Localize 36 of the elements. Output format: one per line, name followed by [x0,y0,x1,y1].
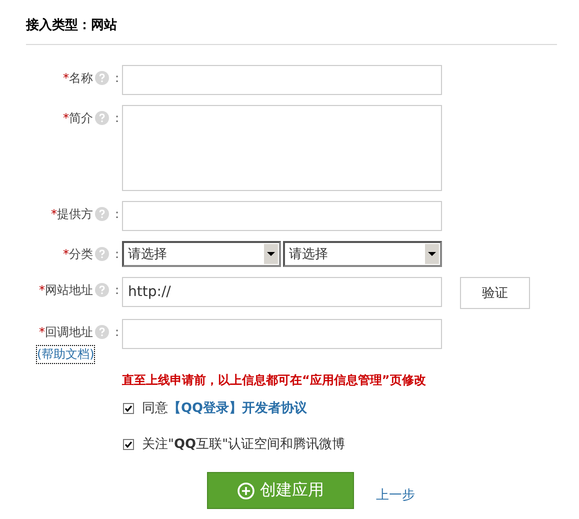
colon: : [114,111,119,125]
help-icon[interactable] [94,71,109,85]
field-label: *简介 [62,110,93,126]
help-icon[interactable] [94,325,109,339]
colon: : [114,207,119,221]
field-label: *网站地址 [38,282,93,298]
checkbox[interactable] [123,438,134,450]
checkbox[interactable] [123,402,134,414]
help-icon[interactable] [94,247,109,261]
colon: : [114,247,119,261]
text-field[interactable] [122,319,442,349]
field-label: *名称 [62,70,93,86]
plus-circle-icon [237,482,255,500]
colon: : [114,71,119,85]
agreement-link[interactable]: 【QQ登录】开发者协议 [168,401,308,416]
help-docs-link[interactable]: (帮助文档) [36,345,96,364]
checkbox-label: 关注"QQ互联"认证空间和腾讯微博 [142,436,346,453]
field-label: *分类 [62,246,93,262]
text-field[interactable] [122,65,442,95]
help-icon[interactable] [94,207,109,221]
category-dropdown[interactable]: 请选择 [122,241,281,267]
colon: : [114,325,119,339]
description-field[interactable] [122,105,442,191]
text-field[interactable]: http:// [122,277,442,307]
help-icon[interactable] [94,111,109,125]
field-label: *回调地址 [38,324,93,340]
checkbox-label: 同意【QQ登录】开发者协议 [142,400,308,417]
text-field[interactable] [122,201,442,231]
verify-button[interactable]: 验证 [460,277,530,309]
help-icon[interactable] [94,283,109,297]
section-title: 接入类型：网站 [26,16,118,35]
colon: : [114,283,119,297]
back-link[interactable]: 上一步 [376,486,415,504]
field-label: *提供方 [50,206,93,222]
notice-text: 直至上线申请前，以上信息都可在“应用信息管理”页修改 [122,372,427,389]
category-dropdown[interactable]: 请选择 [283,241,442,267]
